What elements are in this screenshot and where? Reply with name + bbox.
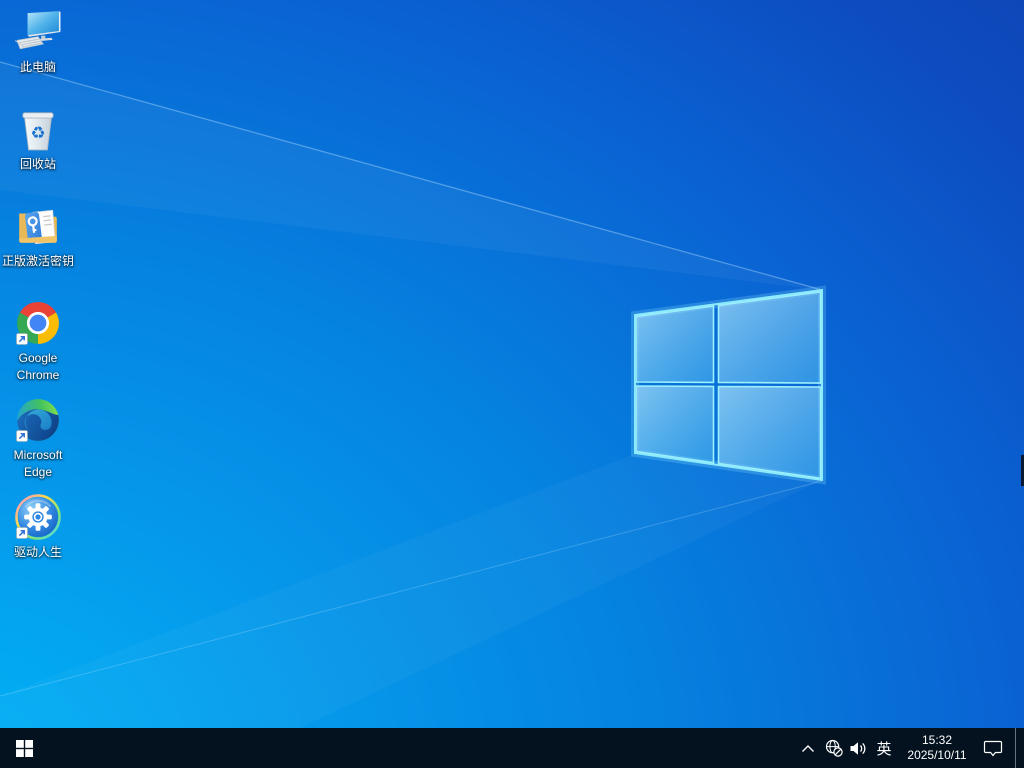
icon-label: 此电脑 bbox=[19, 60, 56, 74]
start-button[interactable] bbox=[0, 728, 48, 768]
icon-label: 回收站 bbox=[19, 157, 56, 171]
action-center-button[interactable] bbox=[982, 728, 1004, 768]
icon-label: 驱动人生 bbox=[13, 545, 62, 559]
show-desktop-button[interactable] bbox=[1016, 728, 1024, 768]
tray-overflow-button[interactable] bbox=[801, 728, 815, 768]
icon-label: Microsoft Edge bbox=[13, 448, 63, 480]
globe-no-internet-icon bbox=[825, 739, 843, 757]
clock-date: 2025/10/11 bbox=[907, 748, 967, 762]
windows-logo bbox=[635, 290, 822, 480]
system-tray: 英 15:32 2025/10/11 bbox=[801, 728, 1024, 768]
recycle-bin-icon: ♻ bbox=[22, 112, 54, 151]
shortcut-arrow-icon bbox=[16, 527, 28, 539]
desktop-icon-driver-life[interactable]: 驱动人生 bbox=[0, 493, 76, 589]
shortcut-arrow-icon bbox=[16, 333, 28, 345]
activation-key-folder-icon bbox=[19, 209, 57, 245]
desktop-icon-recycle-bin[interactable]: ♻ 回收站 bbox=[0, 105, 76, 201]
windows-desktop: 此电脑 ♻ 回收站 正版激活密钥 Google Chrome Microsoft… bbox=[0, 0, 1024, 768]
clock-time: 15:32 bbox=[921, 733, 953, 747]
icon-label: 正版激活密钥 bbox=[1, 254, 74, 268]
chevron-up-icon bbox=[802, 744, 814, 752]
svg-text:♻: ♻ bbox=[31, 122, 46, 142]
taskbar: 英 15:32 2025/10/11 bbox=[0, 728, 1024, 768]
this-pc-icon bbox=[15, 11, 61, 50]
icon-label: Google Chrome bbox=[16, 351, 60, 383]
taskbar-clock[interactable]: 15:32 2025/10/11 bbox=[903, 728, 971, 768]
network-status-button[interactable] bbox=[825, 728, 843, 768]
desktop-icon-microsoft-edge[interactable]: Microsoft Edge bbox=[0, 396, 76, 492]
shortcut-arrow-icon bbox=[16, 430, 28, 442]
language-indicator[interactable]: 英 bbox=[873, 728, 895, 768]
desktop-wallpaper bbox=[0, 0, 1024, 728]
wallpaper-rays-and-logo bbox=[0, 61, 826, 697]
windows-start-icon bbox=[15, 739, 33, 757]
desktop-icon-activation-key-folder[interactable]: 正版激活密钥 bbox=[0, 202, 76, 298]
desktop-icon-this-pc[interactable]: 此电脑 bbox=[0, 8, 76, 104]
language-indicator-text: 英 bbox=[876, 740, 892, 758]
speaker-icon bbox=[850, 741, 866, 755]
volume-button[interactable] bbox=[849, 728, 867, 768]
action-center-icon bbox=[983, 740, 1003, 756]
desktop-icon-google-chrome[interactable]: Google Chrome bbox=[0, 299, 76, 395]
